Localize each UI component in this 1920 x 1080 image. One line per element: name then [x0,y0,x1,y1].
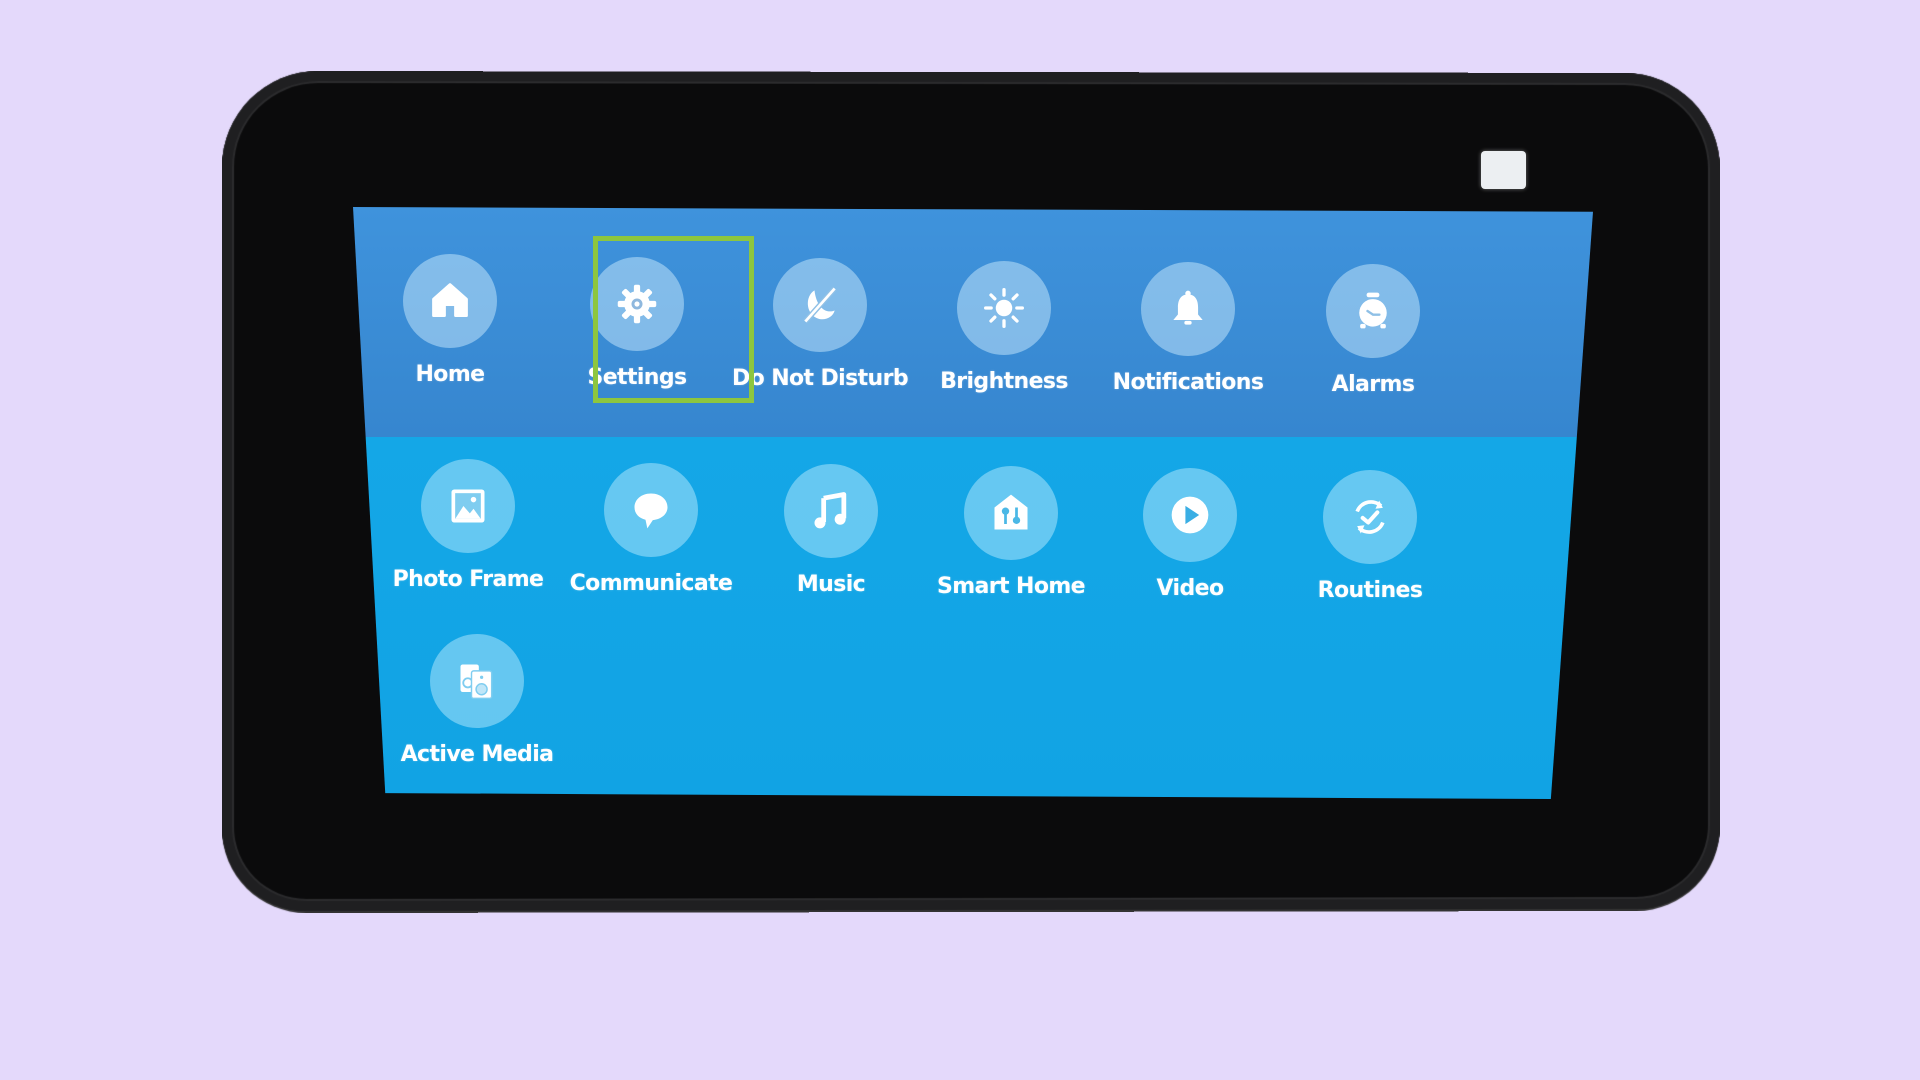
play-icon-circle [1143,468,1237,562]
gear-icon [617,284,657,324]
music-note-icon [814,492,847,529]
bell-icon-circle [1141,262,1235,356]
smart-home-icon [994,494,1028,530]
moon-icon-circle [773,258,867,352]
sun-icon-circle [957,261,1051,355]
speech-bubble-icon [634,493,668,529]
tile-label: Active Media [400,742,554,767]
picture-icon-circle [421,459,515,553]
routine-check-icon [1355,500,1385,534]
tile-label: Routines [1317,578,1423,603]
apps-panel: Photo Frame Communicate Music Smart Home… [353,437,1593,799]
tile-alarms[interactable]: Alarms [1283,264,1463,397]
speech-icon-circle [604,463,698,557]
sun-icon [984,288,1024,328]
tile-video[interactable]: Video [1100,468,1280,601]
music-icon-circle [784,464,878,558]
tile-label: Video [1156,576,1225,601]
tile-home[interactable]: Home [360,254,540,387]
tile-label: Do Not Disturb [731,366,909,391]
camera-shutter[interactable] [1481,151,1526,189]
tile-label: Photo Frame [392,567,544,592]
tile-communicate[interactable]: Communicate [561,463,741,596]
tile-label: Brightness [940,369,1068,394]
tile-brightness[interactable]: Brightness [914,261,1094,394]
picture-icon [451,489,485,523]
tile-label: Smart Home [936,574,1086,599]
tile-active-media[interactable]: Active Media [387,634,567,767]
tile-smart-home[interactable]: Smart Home [921,466,1101,599]
tile-label: Notifications [1112,370,1264,395]
play-icon [1171,496,1209,534]
smart-home-icon-circle [964,466,1058,560]
moon-slash-icon [803,286,837,324]
device-screen: Home Settings Do Not Disturb Brightness … [353,207,1593,799]
tile-label: Home [415,362,486,387]
home-icon-circle [403,254,497,348]
alarm-icon-circle [1326,264,1420,358]
bell-icon [1173,290,1203,325]
tile-label: Communicate [569,571,733,596]
tile-routines[interactable]: Routines [1280,470,1460,603]
quick-settings-panel: Home Settings Do Not Disturb Brightness … [353,207,1593,437]
tile-do-not-disturb[interactable]: Do Not Disturb [730,258,910,391]
tile-notifications[interactable]: Notifications [1098,262,1278,395]
home-icon [432,283,468,318]
tile-label: Settings [587,365,687,390]
tile-music[interactable]: Music [741,464,921,597]
alarm-clock-icon [1359,292,1387,329]
speakers-icon-circle [430,634,524,728]
speakers-icon [460,664,493,700]
tile-settings[interactable]: Settings [547,257,727,390]
tile-photo-frame[interactable]: Photo Frame [378,459,558,592]
gear-icon-circle [590,257,684,351]
tile-label: Alarms [1331,372,1415,397]
routines-icon-circle [1323,470,1417,564]
tile-label: Music [796,572,866,597]
